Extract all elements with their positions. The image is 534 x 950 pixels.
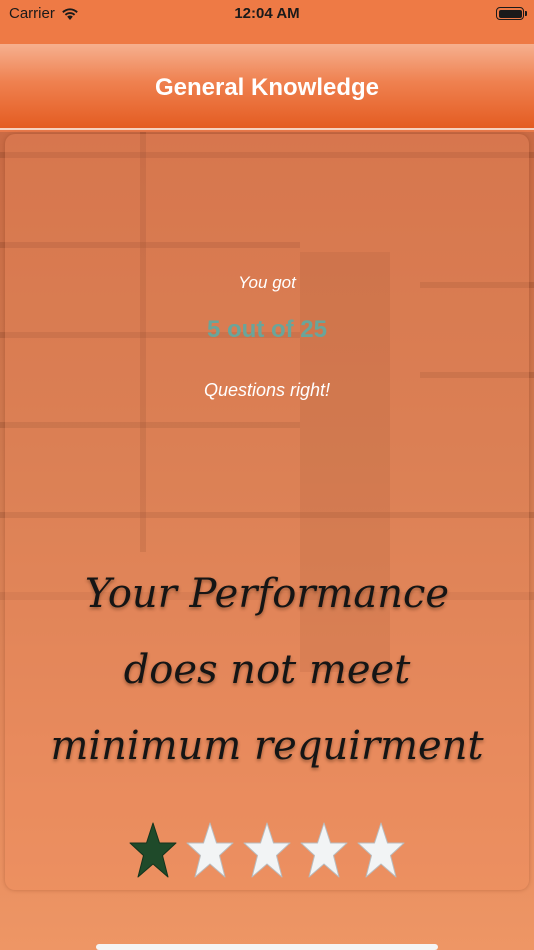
star-icon [300, 822, 348, 878]
status-bar: Carrier 12:04 AM [0, 0, 534, 28]
result-intro: You got [238, 273, 296, 292]
page-title: General Knowledge [154, 74, 380, 101]
performance-message: Your Performance does not meet minimum r… [50, 571, 484, 769]
result-outro: Questions right! [203, 380, 331, 400]
star-icon [129, 822, 177, 878]
home-indicator [96, 944, 438, 950]
navigation-bar: General Knowledge [0, 44, 534, 130]
clock: 12:04 AM [234, 5, 300, 22]
star-icon [186, 822, 234, 878]
score-value: 5 out of 25 [206, 316, 327, 343]
status-gap [0, 28, 534, 44]
star-icon [243, 822, 291, 878]
star-rating [128, 820, 408, 890]
star-icon [357, 822, 405, 878]
battery-icon [496, 7, 527, 20]
